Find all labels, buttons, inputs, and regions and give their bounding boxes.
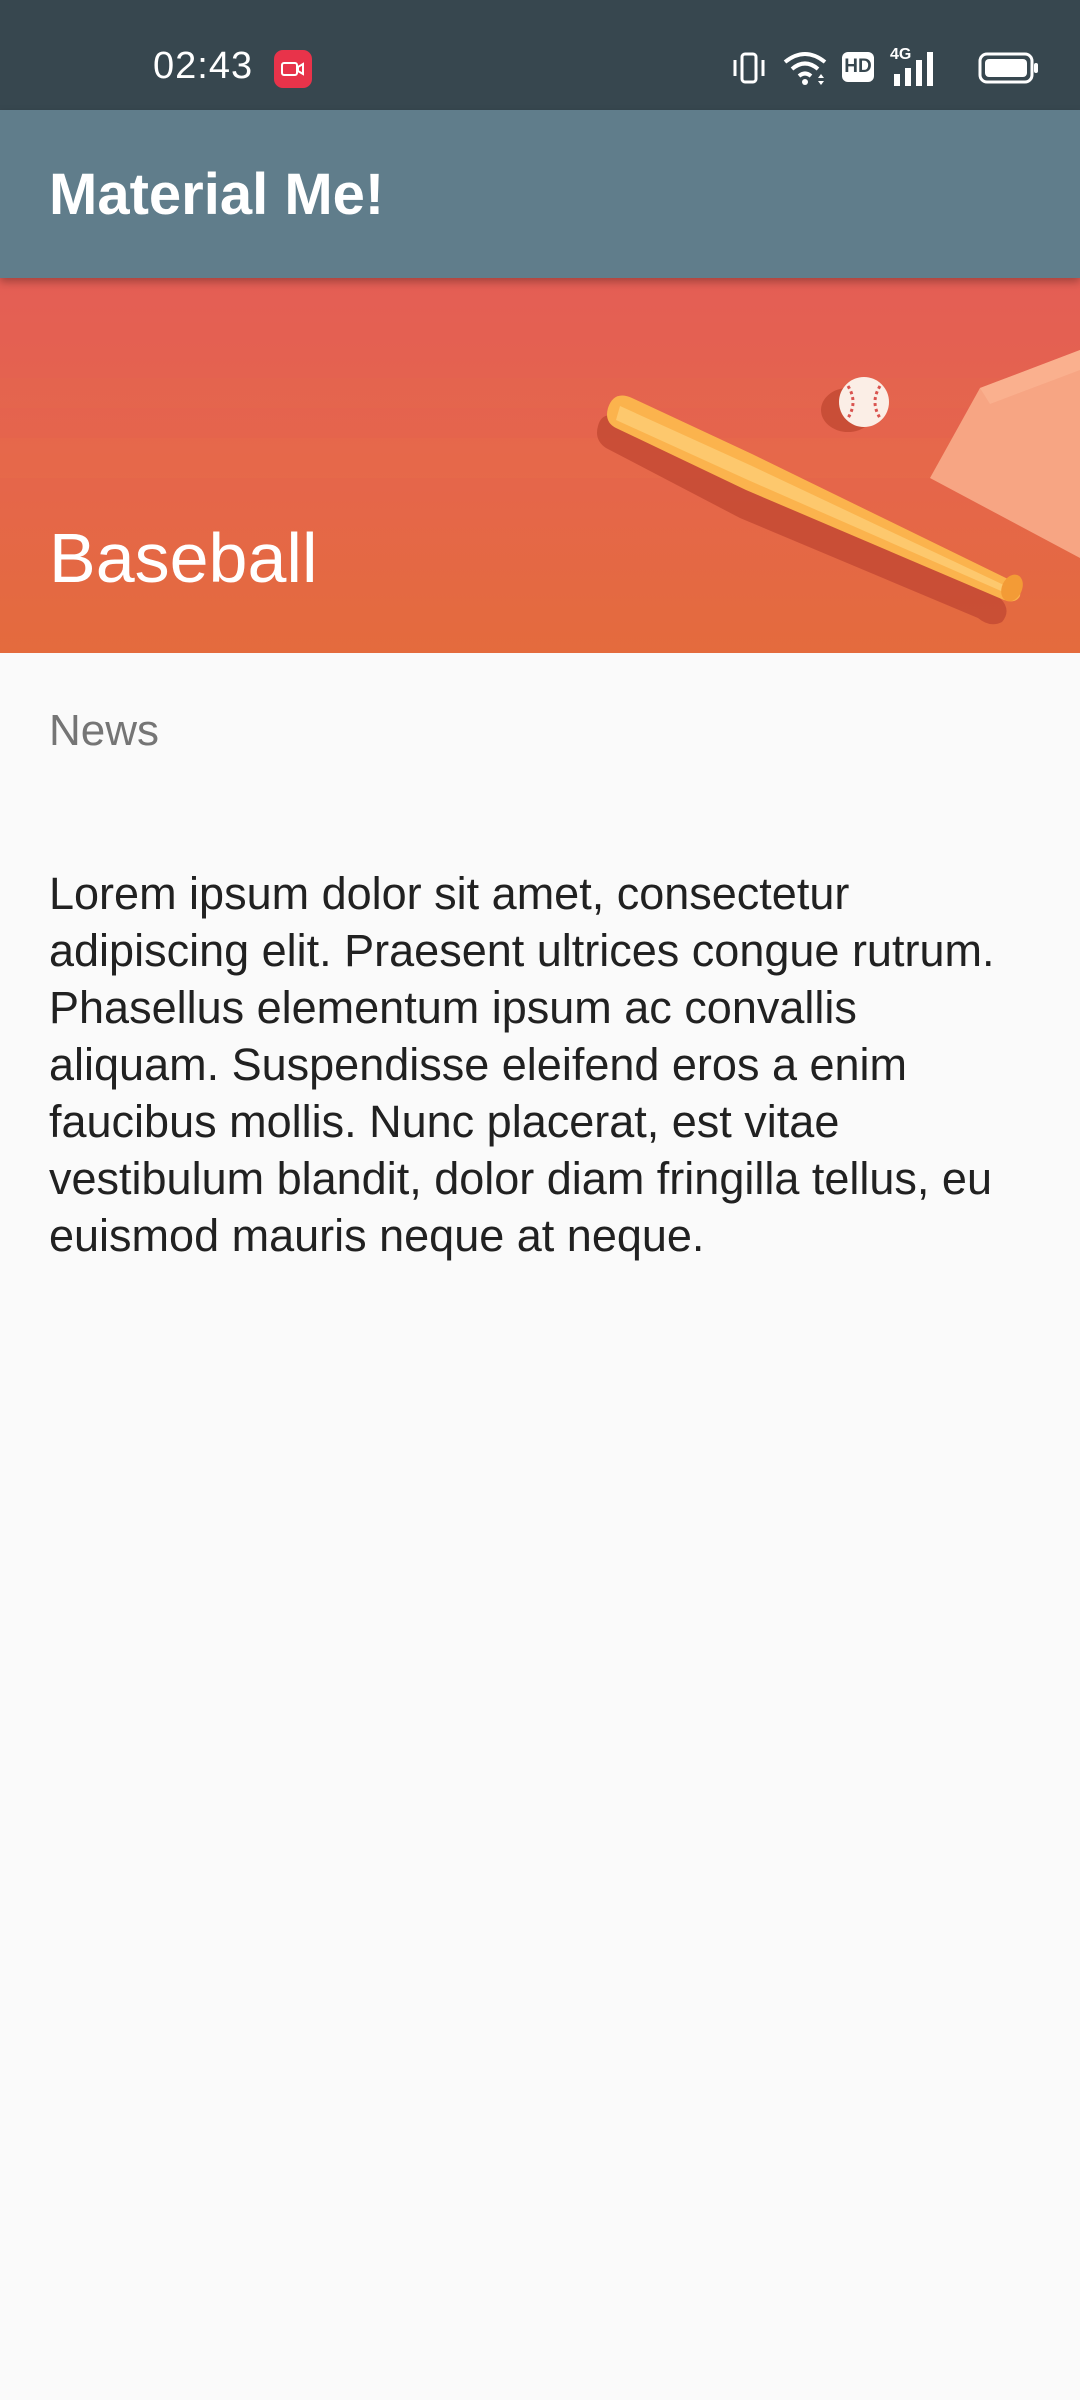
wifi-icon [782, 48, 828, 93]
news-subtitle: News [49, 706, 160, 755]
sport-title: Baseball [49, 519, 318, 597]
app-title: Material Me! [49, 162, 385, 227]
hd-label: HD [844, 56, 872, 77]
sport-header-image: Baseball [0, 278, 1080, 653]
detail-screen: 02:43 HD 4G Material Me! Baseball News L… [0, 0, 1080, 2400]
app-bar: Material Me! [0, 110, 1080, 278]
article-body: Lorem ipsum dolor sit amet, consectetur … [49, 868, 995, 1261]
screen-record-icon [274, 50, 312, 88]
vibrate-icon [732, 48, 766, 93]
status-bar: 02:43 HD 4G [0, 0, 1080, 110]
status-time: 02:43 [153, 45, 254, 87]
hd-icon: HD [842, 52, 874, 82]
battery-icon [978, 52, 1040, 89]
status-icons: HD 4G [732, 46, 1062, 89]
